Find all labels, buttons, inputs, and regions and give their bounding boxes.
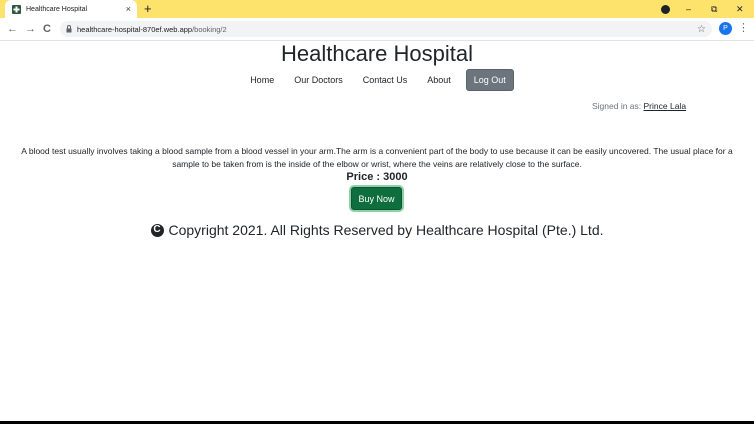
nav-contact-us-link[interactable]: Contact Us (363, 75, 408, 85)
nav-our-doctors-link[interactable]: Our Doctors (294, 75, 343, 85)
forward-icon[interactable]: → (25, 21, 36, 37)
minimize-icon[interactable]: – (686, 1, 691, 17)
tab-strip: Healthcare Hospital × + – ⧉ ✕ (0, 0, 754, 18)
address-bar[interactable]: healthcare-hospital-870ef.web.app/bookin… (60, 21, 712, 37)
lock-icon (66, 25, 72, 33)
nav-home-link[interactable]: Home (250, 75, 274, 85)
footer-copyright: C Copyright 2021. All Rights Reserved by… (0, 222, 754, 238)
extension-icon[interactable] (661, 5, 670, 14)
signed-in-prefix: Signed in as: (592, 101, 644, 111)
site-title: Healthcare Hospital (281, 41, 473, 66)
signed-in-status: Signed in as: Prince Lala (592, 101, 686, 111)
url-host: healthcare-hospital-870ef.web.app (77, 24, 193, 34)
url-text: healthcare-hospital-870ef.web.app/bookin… (77, 25, 697, 34)
window-close-icon[interactable]: ✕ (736, 1, 744, 17)
nav-about-link[interactable]: About (427, 75, 451, 85)
browser-menu-icon[interactable]: ⋮ (738, 21, 749, 35)
bookmark-star-icon[interactable]: ☆ (697, 24, 706, 35)
buy-now-button[interactable]: Buy Now (351, 187, 402, 210)
page-content: Healthcare Hospital Home Our Doctors Con… (0, 41, 754, 421)
logout-button[interactable]: Log Out (465, 69, 514, 91)
tab-close-icon[interactable]: × (126, 4, 131, 14)
signed-in-user-link[interactable]: Prince Lala (644, 101, 687, 111)
profile-avatar[interactable]: P (719, 22, 732, 35)
service-price: Price : 3000 (346, 171, 408, 183)
main-nav: Home Our Doctors Contact Us About Log Ou… (0, 69, 754, 91)
new-tab-icon[interactable]: + (144, 1, 152, 17)
copyright-icon: C (150, 223, 164, 237)
back-icon[interactable]: ← (7, 21, 18, 37)
url-path: /booking/2 (192, 24, 227, 34)
hospital-favicon-icon (12, 4, 21, 14)
service-description: A blood test usually involves taking a b… (21, 145, 733, 169)
browser-tab[interactable]: Healthcare Hospital × (5, 0, 137, 18)
reload-icon[interactable]: C (43, 21, 51, 37)
browser-toolbar: ← → C healthcare-hospital-870ef.web.app/… (0, 18, 754, 41)
copyright-text: Copyright 2021. All Rights Reserved by H… (168, 222, 604, 238)
tab-title: Healthcare Hospital (26, 5, 88, 13)
restore-icon[interactable]: ⧉ (711, 1, 717, 17)
